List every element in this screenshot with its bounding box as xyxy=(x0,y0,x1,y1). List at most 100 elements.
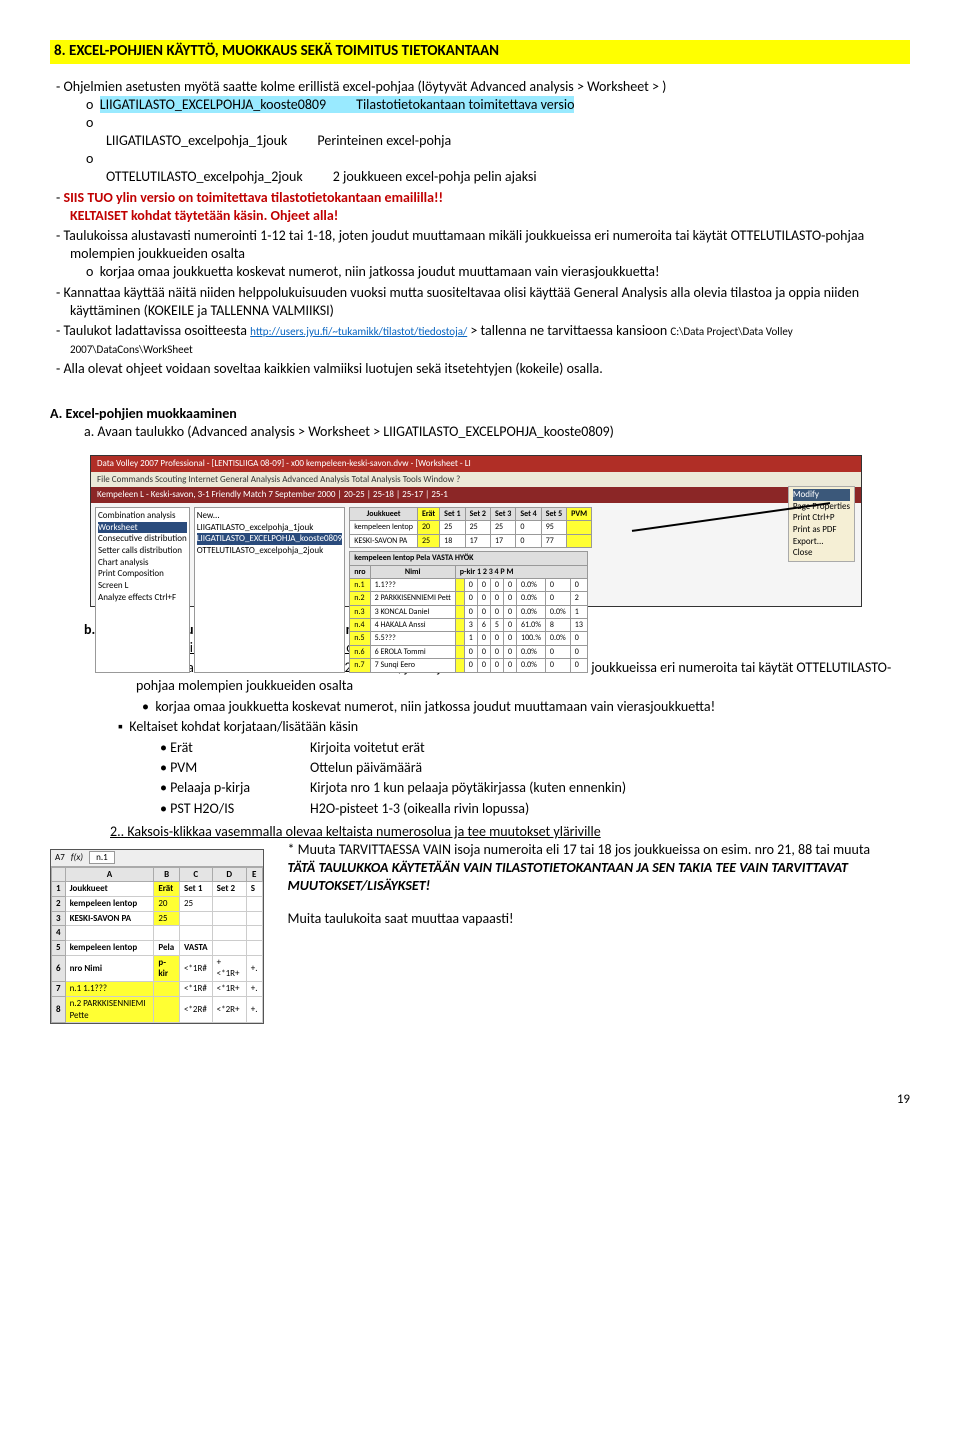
td: 2 PARKKISENNIEMI Pett xyxy=(370,592,455,605)
td: 0 xyxy=(503,605,516,618)
teams-table: JoukkueetErätSet 1Set 2Set 3Set 4Set 5PV… xyxy=(349,507,592,548)
section-a-title: A. Excel-pohjien muokkaaminen xyxy=(50,405,910,423)
td: 0 xyxy=(477,592,490,605)
td: 0 xyxy=(516,521,541,534)
td: KESKI-SAVON PA xyxy=(65,911,154,926)
td: <*1R# xyxy=(179,982,212,997)
td: 0.0% xyxy=(517,592,546,605)
td: 8 xyxy=(545,619,570,632)
td: 1 xyxy=(570,605,587,618)
td: 0 xyxy=(477,632,490,645)
rh: 5 xyxy=(52,941,66,956)
worksheet-name-0: LIIGATILASTO_EXCELPOHJA_kooste0809 xyxy=(100,96,356,114)
context-menu: Modify Page Properties Print Ctrl+P Prin… xyxy=(788,486,855,562)
intro-items: LIIGATILASTO_EXCELPOHJA_kooste0809Tilast… xyxy=(70,96,910,187)
intro-item-2: OTTELUTILASTO_excelpohja_2jouk2 joukkuee… xyxy=(106,150,910,186)
page-number: 19 xyxy=(50,1092,910,1109)
td: 0 xyxy=(464,659,477,672)
intro-line1: Ohjelmien asetusten myötä saatte kolme e… xyxy=(70,78,910,187)
menu-item: Combination analysis xyxy=(98,510,187,522)
td: 0 xyxy=(490,632,503,645)
intro-line3a: korjaa omaa joukkuetta koskevat numerot,… xyxy=(106,263,910,281)
td xyxy=(455,619,464,632)
td xyxy=(246,926,262,941)
ctx-item: Print as PDF xyxy=(793,524,850,536)
step-2-star: * Muuta TARVITTAESSA VAIN isoja numeroit… xyxy=(288,841,910,859)
td: 0.0% xyxy=(517,659,546,672)
intro-line6: Alla olevat ohjeet voidaan soveltaa kaik… xyxy=(70,360,910,378)
intro-line3: Taulukoissa alustavasti numerointi 1-12 … xyxy=(70,227,910,282)
submenu-item-selected: LIIGATILASTO_EXCELPOHJA_kooste0809 xyxy=(197,533,343,545)
th: p-kir 1 2 3 4 P M xyxy=(455,565,587,578)
th: D xyxy=(212,867,246,882)
td: +<*1R+ xyxy=(212,955,246,981)
td: 0 xyxy=(490,578,503,591)
td: n.3 xyxy=(350,605,370,618)
intro-line1-text: Ohjelmien asetusten myötä saatte kolme e… xyxy=(63,78,666,95)
td: n.1 xyxy=(350,578,370,591)
td xyxy=(246,941,262,956)
td xyxy=(154,982,180,997)
step-2-row: A7 f(x) n.1 ABCDE 1JoukkueetErätSet 1Set… xyxy=(50,841,910,1032)
td: 0 xyxy=(490,645,503,658)
td xyxy=(212,926,246,941)
td: 2 xyxy=(570,592,587,605)
td: Pela xyxy=(154,941,180,956)
td xyxy=(455,605,464,618)
td: 17 xyxy=(490,534,515,547)
td: <*2R+ xyxy=(212,996,246,1022)
app-menu-bar: File Commands Scouting Internet General … xyxy=(91,472,861,488)
td: 0 xyxy=(503,619,516,632)
step-2-last: Muita taulukoita saat muuttaa vapaasti! xyxy=(288,910,910,928)
th: B xyxy=(154,867,180,882)
submenu-item: LIIGATILASTO_excelpohja_1jouk xyxy=(197,522,343,534)
td: S xyxy=(246,882,262,897)
th: Erät xyxy=(417,507,439,520)
intro-line3-sub: korjaa omaa joukkuetta koskevat numerot,… xyxy=(70,263,910,281)
screenshot-2: A7 f(x) n.1 ABCDE 1JoukkueetErätSet 1Set… xyxy=(50,849,264,1024)
screenshot-1: Data Volley 2007 Professional - [LENTISL… xyxy=(90,455,910,607)
td: 0.0% xyxy=(545,632,570,645)
td: 0 xyxy=(545,578,570,591)
td xyxy=(455,578,464,591)
td: 18 xyxy=(440,534,465,547)
intro-line2: SIIS TUO ylin versio on toimitettava til… xyxy=(70,189,910,225)
td xyxy=(455,632,464,645)
td: nro Nimi xyxy=(65,955,154,981)
line5-mid: > tallenna ne tarvittaessa kansioon xyxy=(467,322,670,339)
td xyxy=(567,534,592,547)
td: n.2 PARKKISENNIEMI Pette xyxy=(65,996,154,1022)
field-pairs: • ErätKirjoita voitetut erät • PVMOttelu… xyxy=(160,738,626,819)
th: Set 3 xyxy=(490,507,515,520)
td xyxy=(212,897,246,912)
th: Set 5 xyxy=(541,507,566,520)
ctx-item: Print Ctrl+P xyxy=(793,512,850,524)
menu-item: Print Composition xyxy=(98,568,187,580)
download-link[interactable]: http://users.jyu.fi/~tukamikk/tilastot/t… xyxy=(250,325,467,338)
td: 0 xyxy=(477,659,490,672)
worksheet-desc-2: 2 joukkueen excel-pohja pelin ajaksi xyxy=(333,168,537,186)
players-title: kempeleen lentop Pela VASTA HYÖK xyxy=(350,552,588,565)
pair-l-1: PVM xyxy=(170,759,197,776)
line5-pre: Taulukot ladattavissa osoitteesta xyxy=(63,322,250,339)
menu-item-selected: Worksheet xyxy=(98,522,187,534)
td: 0 xyxy=(545,645,570,658)
th: Nimi xyxy=(370,565,455,578)
rh: 4 xyxy=(52,926,66,941)
red-warning: SIIS TUO ylin versio on toimitettava til… xyxy=(63,189,443,206)
td: n.5 xyxy=(350,632,370,645)
td: 25 xyxy=(490,521,515,534)
td: 0 xyxy=(464,645,477,658)
td: 1.1??? xyxy=(370,578,455,591)
td: 0 xyxy=(516,534,541,547)
td: Set 1 xyxy=(179,882,212,897)
td: +. xyxy=(246,982,262,997)
td: 0 xyxy=(464,592,477,605)
td: 3 KONCAL Daniel xyxy=(370,605,455,618)
td: 6 xyxy=(477,619,490,632)
td xyxy=(455,645,464,658)
td: 0 xyxy=(490,605,503,618)
td xyxy=(154,926,180,941)
td: 7 Sunqi Eero xyxy=(370,659,455,672)
td: 1 xyxy=(464,632,477,645)
